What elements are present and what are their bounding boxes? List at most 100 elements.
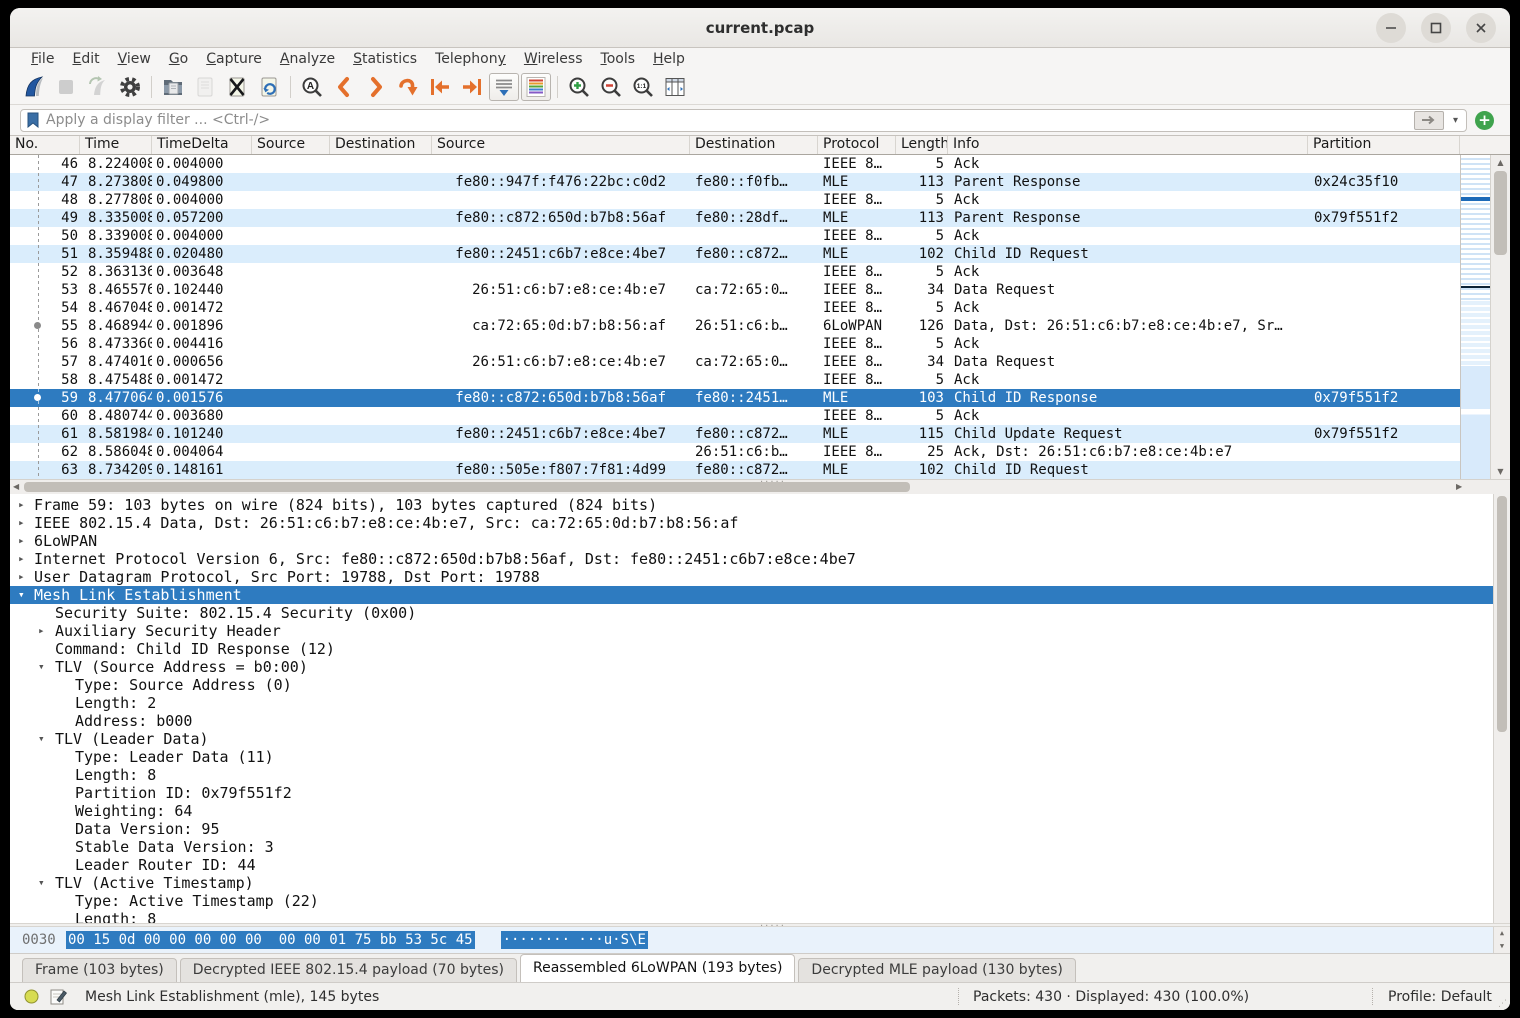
bookmark-icon[interactable] xyxy=(26,112,40,128)
menu-tools[interactable]: Tools xyxy=(592,51,645,67)
collapse-icon[interactable]: ▾ xyxy=(38,730,45,748)
menu-wireless[interactable]: Wireless xyxy=(515,51,592,67)
detail-row[interactable]: Stable Data Version: 3 xyxy=(10,838,1510,856)
collapse-icon[interactable]: ▾ xyxy=(38,874,45,892)
scroll-down-icon[interactable]: ▼ xyxy=(1491,467,1510,476)
detail-row[interactable]: ▾Mesh Link Establishment xyxy=(10,586,1510,604)
details-scrollbar[interactable] xyxy=(1493,494,1510,923)
packet-row-48[interactable]: 488.2778080.004000IEEE 8…5Ack xyxy=(10,191,1460,209)
menu-view[interactable]: View xyxy=(109,51,160,67)
resize-grip[interactable]: ⋰ xyxy=(1498,999,1508,1009)
detail-row[interactable]: Length: 8 xyxy=(10,766,1510,784)
byte-tab-1[interactable]: Decrypted IEEE 802.15.4 payload (70 byte… xyxy=(180,958,517,982)
menu-edit[interactable]: Edit xyxy=(63,51,108,67)
expand-icon[interactable]: ▸ xyxy=(18,568,25,586)
scroll-right-icon[interactable]: ▶ xyxy=(1456,482,1462,491)
packet-row-46[interactable]: 468.2240080.004000IEEE 8…5Ack xyxy=(10,155,1460,173)
close-file-icon[interactable] xyxy=(222,73,252,101)
zoom-original-icon[interactable]: 1:1 xyxy=(628,73,658,101)
column-header-partition[interactable]: Partition xyxy=(1308,136,1460,154)
zoom-out-icon[interactable] xyxy=(596,73,626,101)
menu-help[interactable]: Help xyxy=(644,51,694,67)
scroll-down-icon[interactable]: ▼ xyxy=(1494,940,1510,953)
packet-list-scrollbar[interactable]: ▲ ▼ xyxy=(1490,155,1510,479)
column-header-info[interactable]: Info xyxy=(948,136,1308,154)
hex-ascii-selected[interactable]: ········ ···u·S\E xyxy=(501,931,648,949)
collapse-icon[interactable]: ▾ xyxy=(18,586,25,604)
add-filter-button[interactable]: + xyxy=(1475,111,1494,130)
packet-row-57[interactable]: 578.4740160.00065626:51:c6:b7:e8:ce:4b:e… xyxy=(10,353,1460,371)
detail-row[interactable]: ▸Frame 59: 103 bytes on wire (824 bits),… xyxy=(10,496,1510,514)
go-back-icon[interactable] xyxy=(329,73,359,101)
status-profile[interactable]: Profile: Default xyxy=(1388,989,1492,1005)
menu-go[interactable]: Go xyxy=(160,51,197,67)
open-file-folder-icon[interactable] xyxy=(158,73,188,101)
scroll-up-icon[interactable]: ▲ xyxy=(1491,158,1510,167)
detail-row[interactable]: ▾TLV (Active Timestamp) xyxy=(10,874,1510,892)
detail-row[interactable]: Command: Child ID Response (12) xyxy=(10,640,1510,658)
capture-restart-icon[interactable] xyxy=(83,73,113,101)
capture-comment-icon[interactable] xyxy=(49,987,67,1007)
packet-row-52[interactable]: 528.3631360.003648IEEE 8…5Ack xyxy=(10,263,1460,281)
display-filter-input[interactable]: Apply a display filter ... <Ctrl-/> ▾ xyxy=(20,109,1467,132)
capture-start-icon[interactable] xyxy=(19,73,49,101)
detail-row[interactable]: ▸User Datagram Protocol, Src Port: 19788… xyxy=(10,568,1510,586)
scroll-left-icon[interactable]: ◀ xyxy=(13,482,19,491)
column-header-no[interactable]: No. xyxy=(10,136,80,154)
detail-row[interactable]: Security Suite: 802.15.4 Security (0x00) xyxy=(10,604,1510,622)
go-first-packet-icon[interactable] xyxy=(425,73,455,101)
detail-row[interactable]: ▾TLV (Leader Data) xyxy=(10,730,1510,748)
packet-row-62[interactable]: 628.5860480.00406426:51:c6:b…IEEE 8…25Ac… xyxy=(10,443,1460,461)
packet-row-54[interactable]: 548.4670480.001472IEEE 8…5Ack xyxy=(10,299,1460,317)
menu-analyze[interactable]: Analyze xyxy=(271,51,344,67)
colorize-icon[interactable] xyxy=(521,73,551,101)
packet-list-minimap[interactable] xyxy=(1460,155,1490,479)
minimize-button[interactable] xyxy=(1376,13,1406,43)
detail-row[interactable]: ▸Internet Protocol Version 6, Src: fe80:… xyxy=(10,550,1510,568)
column-header-length[interactable]: Length xyxy=(896,136,948,154)
packet-row-56[interactable]: 568.4733600.004416IEEE 8…5Ack xyxy=(10,335,1460,353)
expand-icon[interactable]: ▸ xyxy=(18,496,25,514)
packet-row-55[interactable]: 558.4689440.001896ca:72:65:0d:b7:b8:56:a… xyxy=(10,317,1460,335)
apply-filter-button[interactable] xyxy=(1414,111,1444,130)
expert-info-icon[interactable] xyxy=(24,989,39,1004)
collapse-icon[interactable]: ▾ xyxy=(38,658,45,676)
detail-row[interactable]: ▸Auxiliary Security Header xyxy=(10,622,1510,640)
packet-row-58[interactable]: 588.4754880.001472IEEE 8…5Ack xyxy=(10,371,1460,389)
details-scrollbar-thumb[interactable] xyxy=(1497,496,1507,732)
detail-row[interactable]: ▾TLV (Source Address = b0:00) xyxy=(10,658,1510,676)
column-header-destination[interactable]: Destination xyxy=(330,136,432,154)
byte-tab-2[interactable]: Reassembled 6LoWPAN (193 bytes) xyxy=(520,954,795,982)
column-header-time[interactable]: Time xyxy=(80,136,152,154)
packet-row-63[interactable]: 638.7342090.148161fe80::505e:f807:7f81:4… xyxy=(10,461,1460,479)
go-forward-icon[interactable] xyxy=(361,73,391,101)
detail-row[interactable]: ▸6LoWPAN xyxy=(10,532,1510,550)
expand-icon[interactable]: ▸ xyxy=(18,550,25,568)
packet-row-49[interactable]: 498.3350080.057200fe80::c872:650d:b7b8:5… xyxy=(10,209,1460,227)
packet-row-60[interactable]: 608.4807440.003680IEEE 8…5Ack xyxy=(10,407,1460,425)
go-to-packet-icon[interactable] xyxy=(393,73,423,101)
packet-row-59[interactable]: 598.4770640.001576fe80::c872:650d:b7b8:5… xyxy=(10,389,1460,407)
menu-statistics[interactable]: Statistics xyxy=(344,51,426,67)
resize-columns-icon[interactable] xyxy=(660,73,690,101)
packet-row-47[interactable]: 478.2738080.049800fe80::947f:f476:22bc:c… xyxy=(10,173,1460,191)
column-header-timedelta[interactable]: TimeDelta xyxy=(152,136,252,154)
detail-row[interactable]: Leader Router ID: 44 xyxy=(10,856,1510,874)
menu-file[interactable]: File xyxy=(22,51,63,67)
expand-icon[interactable]: ▸ xyxy=(38,622,45,640)
packet-bytes-pane[interactable]: 0030 00 15 0d 00 00 00 00 00 00 00 01 75… xyxy=(10,927,1510,953)
window-titlebar[interactable]: current.pcap xyxy=(10,8,1510,48)
detail-row[interactable]: Type: Source Address (0) xyxy=(10,676,1510,694)
column-header-source[interactable]: Source xyxy=(252,136,330,154)
find-packet-icon[interactable]: A xyxy=(297,73,327,101)
packet-list-hscrollbar[interactable]: ◀ ▶ ····· xyxy=(10,479,1510,494)
go-last-packet-icon[interactable] xyxy=(457,73,487,101)
save-file-icon[interactable] xyxy=(190,73,220,101)
detail-row[interactable]: Address: b000 xyxy=(10,712,1510,730)
bytes-scrollbar[interactable]: ▲ ▼ xyxy=(1493,927,1510,953)
reload-file-icon[interactable] xyxy=(254,73,284,101)
packet-row-50[interactable]: 508.3390080.004000IEEE 8…5Ack xyxy=(10,227,1460,245)
scroll-up-icon[interactable]: ▲ xyxy=(1494,927,1510,940)
packet-row-51[interactable]: 518.3594880.020480fe80::2451:c6b7:e8ce:4… xyxy=(10,245,1460,263)
column-header-protocol[interactable]: Protocol xyxy=(818,136,896,154)
